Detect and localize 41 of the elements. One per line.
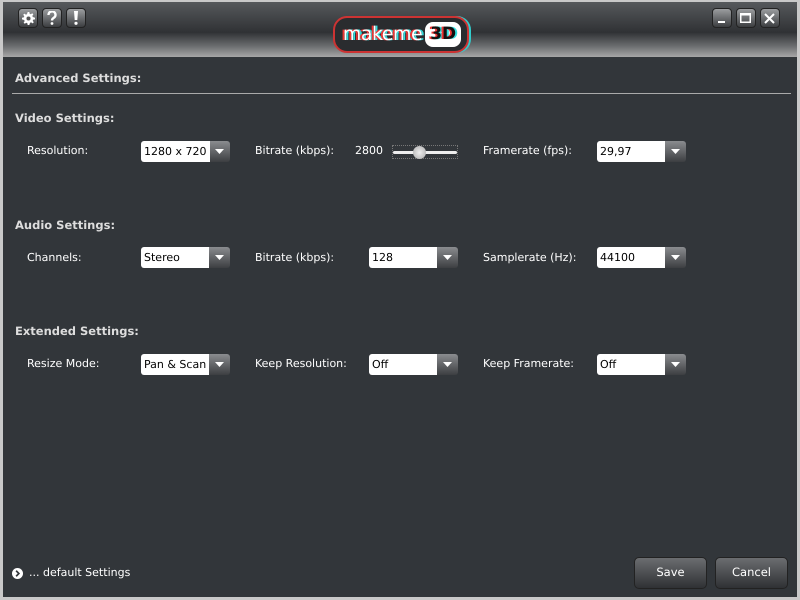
caret-icon xyxy=(671,362,680,366)
help-button[interactable] xyxy=(42,8,62,28)
caret-icon xyxy=(443,255,452,260)
field-label: Resolution: xyxy=(27,143,90,160)
section-heading: Advanced Settings: xyxy=(15,70,142,87)
maximize-button[interactable] xyxy=(736,8,756,28)
field-label: Keep Resolution: xyxy=(255,356,348,372)
section-heading: Video Settings: xyxy=(15,110,116,128)
settings-icon xyxy=(22,12,34,24)
logo: makeme 3D xyxy=(332,16,470,52)
caret-icon xyxy=(215,362,224,366)
field-label: Bitrate (kbps): xyxy=(255,250,336,266)
caret-icon xyxy=(671,149,680,154)
maximize-icon xyxy=(740,13,752,23)
exclamation-button[interactable] xyxy=(66,8,86,28)
caret-icon xyxy=(671,255,680,260)
settings-button[interactable] xyxy=(18,8,38,28)
slider-reading: 2800 xyxy=(355,143,383,160)
exclamation-icon xyxy=(73,11,79,25)
caret-icon xyxy=(215,149,224,154)
arrow-circle-icon xyxy=(12,568,23,578)
close-button[interactable] xyxy=(760,8,780,28)
field-label: Channels: xyxy=(27,250,83,266)
field-label: Samplerate (Hz): xyxy=(483,250,578,266)
slider-track[interactable] xyxy=(392,144,458,158)
minimize-button[interactable] xyxy=(712,8,732,28)
slider-thumb[interactable] xyxy=(412,146,426,158)
footer-button[interactable]: Save xyxy=(634,557,707,589)
close-icon xyxy=(764,12,776,24)
caret-icon xyxy=(443,362,452,366)
field-label: Keep Framerate: xyxy=(483,356,576,372)
section-heading: Audio Settings: xyxy=(15,216,116,234)
field-label: Bitrate (kbps): xyxy=(255,143,336,160)
section-heading: Extended Settings: xyxy=(15,322,140,340)
field-label: Framerate (fps): xyxy=(483,143,573,160)
footer-button[interactable]: Cancel xyxy=(715,557,788,589)
caret-icon xyxy=(215,255,224,260)
minimize-icon xyxy=(718,21,726,23)
field-label: Resize Mode: xyxy=(27,356,100,372)
default-settings-link[interactable]: ... default Settings xyxy=(12,564,130,582)
help-icon xyxy=(47,11,57,25)
